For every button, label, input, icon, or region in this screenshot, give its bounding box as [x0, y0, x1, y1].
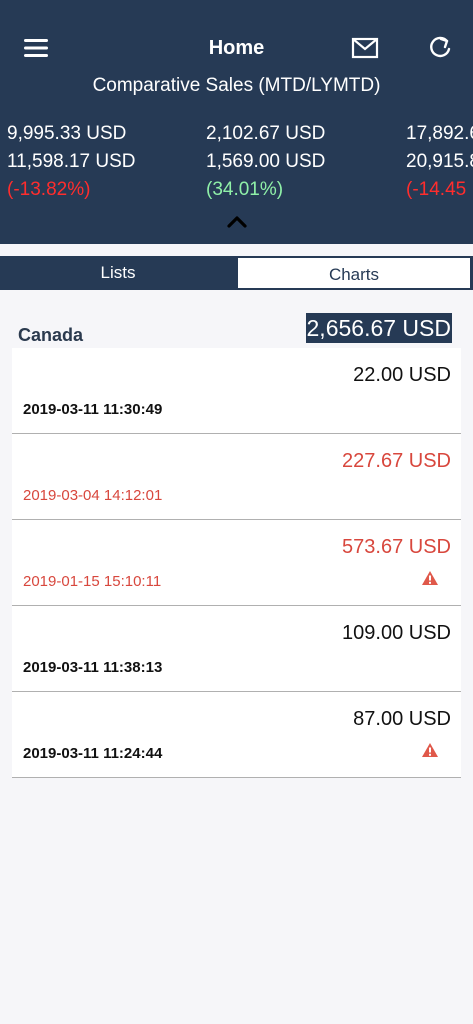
metric-previous: 1,569.00 USD — [206, 151, 326, 172]
metric-column: 2,102.67 USD 1,569.00 USD (34.01%) — [206, 120, 325, 204]
metric-column: 9,995.33 USD 11,598.17 USD (-13.82%) — [7, 120, 136, 204]
metric-column: 17,892.6 20,915.8 (-14.45 — [406, 120, 473, 204]
tab-charts[interactable]: Charts — [236, 256, 472, 290]
transaction-list: 22.00 USD 2019-03-11 11:30:49 227.67 USD… — [12, 348, 461, 778]
transaction-datetime: 2019-03-11 11:24:44 — [23, 745, 163, 762]
metric-current: 9,995.33 USD — [7, 123, 127, 144]
collapse-button[interactable] — [225, 213, 249, 229]
mail-icon — [351, 37, 379, 59]
transaction-amount: 573.67 USD — [342, 536, 451, 558]
app-header: Home Comparative Sales (MTD/LYMTD) 9,995… — [0, 0, 473, 244]
metric-change: (34.01%) — [206, 179, 284, 200]
metric-previous: 11,598.17 USD — [7, 151, 136, 172]
comparative-sales-title: Comparative Sales (MTD/LYMTD) — [92, 75, 381, 96]
transaction-amount: 87.00 USD — [353, 708, 451, 730]
refresh-icon — [430, 36, 451, 58]
mail-button[interactable] — [350, 36, 380, 60]
transaction-row[interactable]: 22.00 USD 2019-03-11 11:30:49 — [12, 348, 461, 434]
transaction-datetime: 2019-03-04 14:12:01 — [23, 487, 163, 504]
transaction-row[interactable]: 227.67 USD 2019-03-04 14:12:01 — [12, 434, 461, 520]
warning-icon — [422, 743, 438, 757]
metric-previous: 20,915.8 — [406, 151, 473, 172]
transaction-row[interactable]: 573.67 USD 2019-01-15 15:10:11 — [12, 520, 461, 606]
transaction-datetime: 2019-01-15 15:10:11 — [23, 573, 162, 590]
view-tabs: Lists Charts — [0, 256, 473, 290]
region-name: Canada — [18, 325, 84, 345]
transaction-amount: 109.00 USD — [342, 622, 451, 644]
page-title: Home — [208, 37, 265, 59]
metric-current: 2,102.67 USD — [206, 123, 326, 144]
warning-icon — [422, 571, 438, 585]
transaction-amount: 227.67 USD — [342, 450, 451, 472]
transaction-datetime: 2019-03-11 11:30:49 — [23, 401, 163, 418]
metric-change: (-13.82%) — [7, 179, 91, 200]
region-total: 2,656.67 USD — [305, 313, 452, 343]
tab-lists[interactable]: Lists — [0, 256, 236, 290]
transaction-row[interactable]: 109.00 USD 2019-03-11 11:38:13 — [12, 606, 461, 692]
metric-change: (-14.45 — [406, 179, 467, 200]
refresh-button[interactable] — [426, 34, 454, 62]
transaction-amount: 22.00 USD — [353, 364, 451, 386]
transaction-datetime: 2019-03-11 11:38:13 — [23, 659, 163, 676]
metric-current: 17,892.6 — [406, 123, 473, 144]
chevron-up-icon — [227, 216, 247, 228]
transaction-row[interactable]: 87.00 USD 2019-03-11 11:24:44 — [12, 692, 461, 778]
